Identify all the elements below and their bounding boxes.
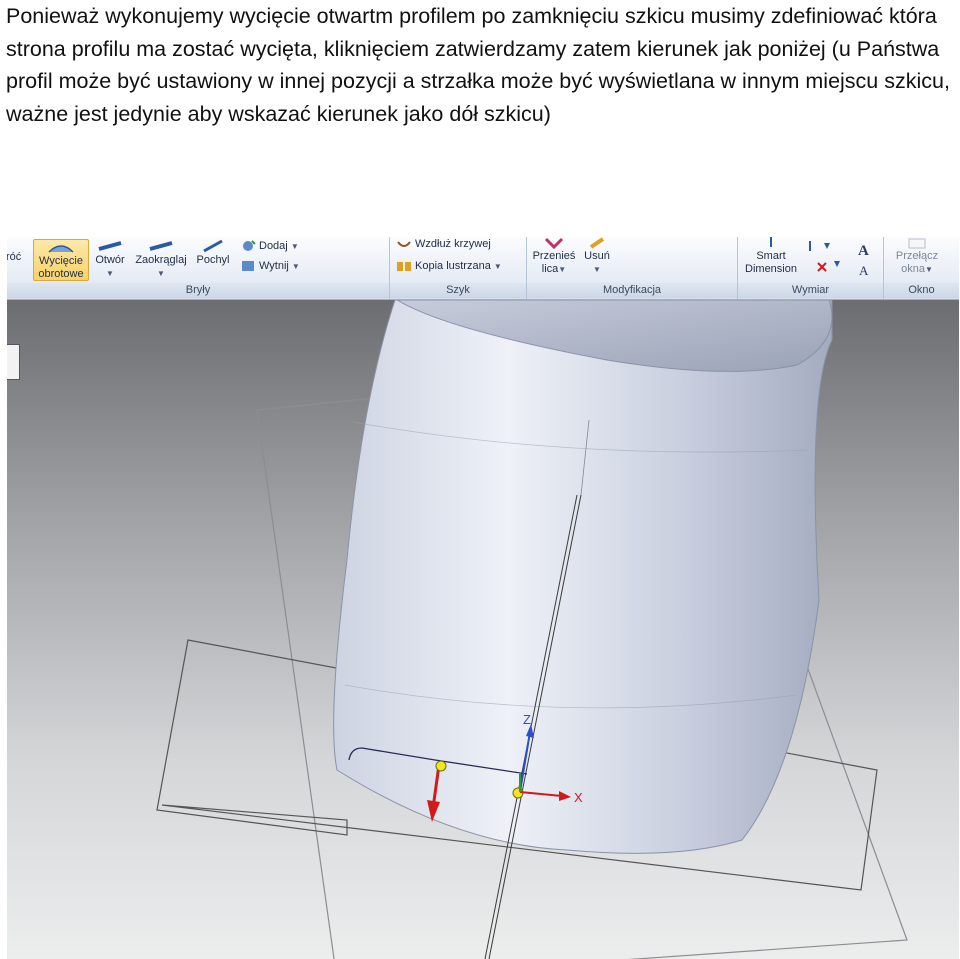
axis-z-label: Z bbox=[523, 712, 531, 727]
draft-icon bbox=[203, 239, 223, 253]
delete-icon bbox=[589, 237, 605, 249]
draft-button[interactable]: Pochyl bbox=[193, 239, 233, 279]
delete-button[interactable]: Usuń ▼ bbox=[581, 237, 613, 279]
revolved-cut-button[interactable]: Wycięcie obrotowe bbox=[33, 239, 89, 281]
model-scene: Z X bbox=[156, 300, 908, 959]
add-button[interactable]: Dodaj ▼ bbox=[240, 239, 299, 254]
switch-windows-icon bbox=[908, 238, 926, 249]
group-label-bryly: Bryły bbox=[7, 283, 389, 298]
move-faces-icon bbox=[544, 237, 564, 249]
chevron-down-icon: ▼ bbox=[106, 269, 114, 278]
dimension-tools-icon[interactable] bbox=[804, 239, 844, 279]
add-icon bbox=[243, 240, 256, 252]
cad-application-window: róć Wycięcie obrotowe Otwór ▼ Zaokrąglaj… bbox=[7, 237, 959, 959]
revolved-cut-label-1: Wycięcie bbox=[39, 255, 83, 267]
ribbon-group-okno: Przełącz okna▼ Okno bbox=[884, 237, 959, 299]
chevron-down-icon: ▼ bbox=[157, 269, 165, 278]
chevron-down-icon: ▼ bbox=[558, 265, 567, 274]
ribbon-group-bryly: róć Wycięcie obrotowe Otwór ▼ Zaokrąglaj… bbox=[7, 237, 390, 299]
smart-dimension-button[interactable]: Smart Dimension bbox=[742, 237, 800, 279]
cut-off-button-label[interactable]: róć bbox=[7, 250, 21, 264]
cut-icon bbox=[242, 261, 254, 272]
hole-icon bbox=[98, 241, 122, 251]
chevron-down-icon: ▼ bbox=[593, 265, 601, 274]
chevron-down-icon: ▼ bbox=[924, 265, 933, 274]
cylinder-body[interactable] bbox=[333, 300, 833, 854]
ribbon-group-szyk: Wzdłuż krzywej Kopia lustrzana ▼ Szyk bbox=[390, 237, 527, 299]
chevron-down-icon: ▼ bbox=[290, 242, 299, 251]
round-icon bbox=[149, 241, 173, 251]
group-label-wymiar: Wymiar bbox=[738, 283, 883, 298]
ribbon-group-wymiar: Smart Dimension A A Wymiar bbox=[738, 237, 884, 299]
move-faces-button[interactable]: Przenieś lica▼ bbox=[531, 237, 577, 279]
svg-text:A: A bbox=[858, 243, 869, 259]
group-label-modyfikacja: Modyfikacja bbox=[527, 283, 737, 298]
revolved-cut-label-2: obrotowe bbox=[38, 268, 84, 280]
pattern-along-curve-button[interactable]: Wzdłuż krzywej bbox=[396, 237, 491, 251]
cut-label: Wytnij bbox=[259, 260, 289, 272]
mirror-copy-button[interactable]: Kopia lustrzana ▼ bbox=[396, 259, 502, 274]
switch-windows-label-2: okna bbox=[901, 263, 925, 275]
pattern-along-curve-label: Wzdłuż krzywej bbox=[415, 238, 491, 250]
group-label-szyk: Szyk bbox=[390, 283, 526, 298]
round-label: Zaokrąglaj bbox=[135, 254, 187, 266]
mirror-copy-label: Kopia lustrzana bbox=[415, 260, 491, 272]
axis-x-label: X bbox=[574, 790, 583, 805]
instruction-paragraph: Ponieważ wykonujemy wycięcie otwartm pro… bbox=[6, 4, 950, 126]
smart-dimension-label-1: Smart bbox=[756, 250, 786, 262]
mirror-icon bbox=[397, 262, 411, 272]
smart-dimension-icon bbox=[770, 237, 772, 247]
round-button[interactable]: Zaokrąglaj ▼ bbox=[131, 239, 191, 279]
move-faces-label-1: Przenieś bbox=[532, 250, 576, 262]
sketch-point[interactable] bbox=[435, 760, 447, 772]
3d-viewport[interactable]: Z X bbox=[7, 300, 959, 959]
ribbon-group-modyfikacja: Przenieś lica▼ Usuń ▼ Modyfikacja bbox=[527, 237, 738, 299]
svg-text:A: A bbox=[859, 263, 869, 277]
ribbon-toolbar: róć Wycięcie obrotowe Otwór ▼ Zaokrąglaj… bbox=[7, 237, 959, 300]
chevron-down-icon: ▼ bbox=[291, 262, 300, 271]
move-faces-label-2: lica bbox=[541, 263, 559, 275]
cut-button[interactable]: Wytnij ▼ bbox=[240, 259, 300, 274]
switch-windows-label-1: Przełącz bbox=[895, 250, 939, 262]
group-label-okno: Okno bbox=[884, 283, 959, 298]
pattern-curve-icon bbox=[397, 241, 411, 248]
text-annotation-icon[interactable]: A A bbox=[856, 241, 874, 277]
delete-label: Usuń bbox=[584, 250, 610, 262]
smart-dimension-label-2: Dimension bbox=[745, 263, 797, 275]
hole-button[interactable]: Otwór ▼ bbox=[91, 239, 129, 279]
draft-label: Pochyl bbox=[196, 254, 230, 266]
revolved-cut-icon bbox=[48, 245, 74, 253]
chevron-down-icon: ▼ bbox=[493, 262, 502, 271]
switch-windows-button[interactable]: Przełącz okna▼ bbox=[890, 237, 944, 279]
add-label: Dodaj bbox=[259, 240, 288, 252]
hole-label: Otwór bbox=[95, 254, 125, 266]
